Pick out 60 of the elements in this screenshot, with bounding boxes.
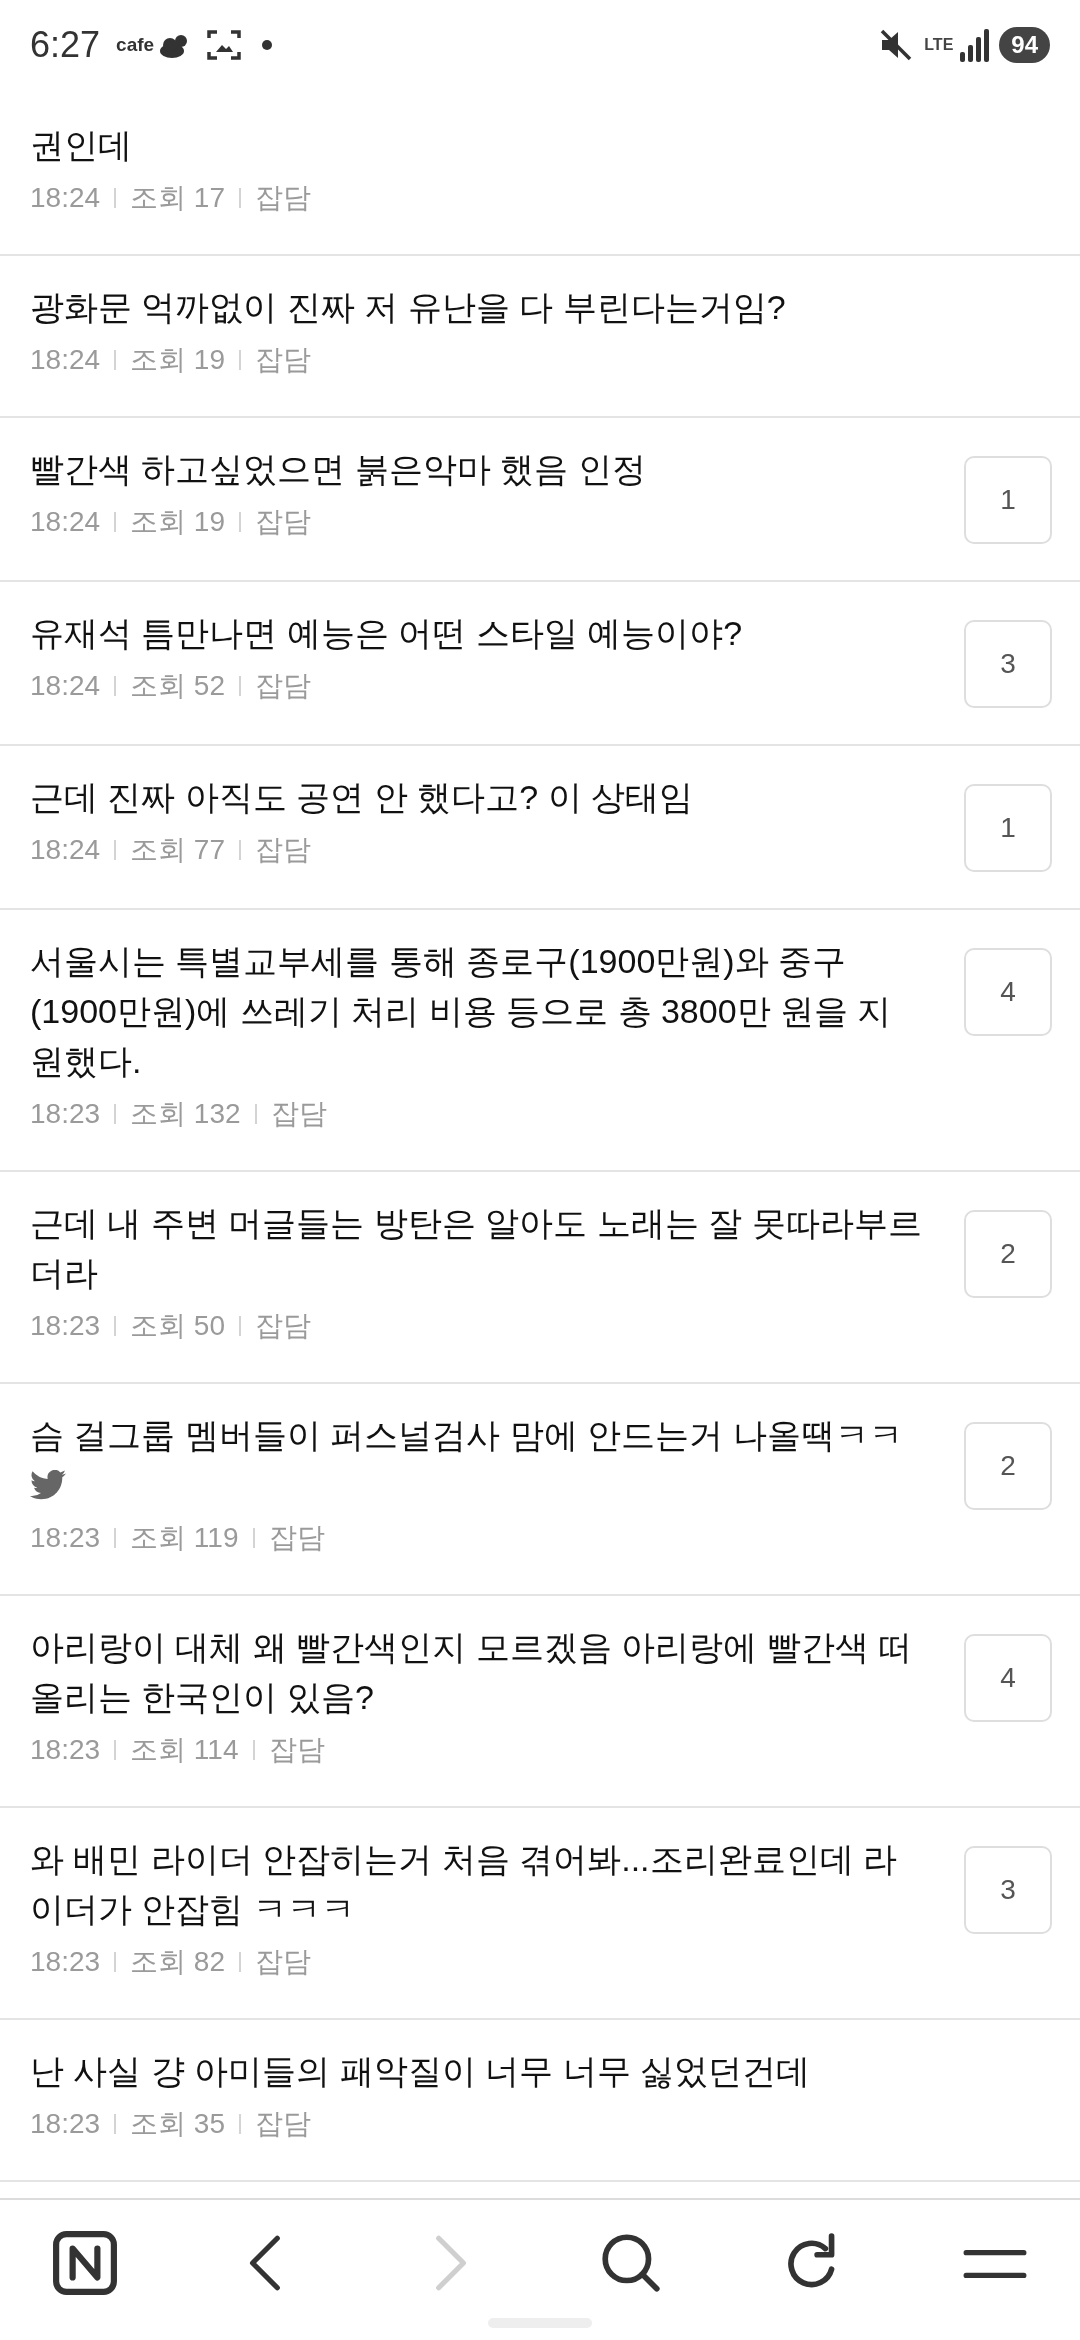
- post-title[interactable]: 서울시는 특별교부세를 통해 종로구(1900만원)와 중구(1900만원)에 쓰레기 처리 비용 등으로 총 3800만 원을 지원했다.: [30, 936, 964, 1086]
- post-category: 잡담: [255, 2107, 311, 2141]
- view-count: 조회 35: [130, 2107, 225, 2141]
- post-title[interactable]: 빨간색 하고싶었으면 붉은악마 했음 인정: [30, 444, 964, 494]
- post-category: 잡담: [268, 1733, 325, 1767]
- post-category: 잡담: [255, 833, 311, 867]
- view-count: 조회 132: [130, 1097, 241, 1131]
- post-time: 18:23: [30, 1097, 101, 1131]
- post-time: 18:23: [30, 1309, 101, 1343]
- view-count: 조회 119: [130, 1521, 239, 1555]
- post-title[interactable]: 유재석 틈만나면 예능은 어떤 스타일 예능이야?: [30, 608, 964, 658]
- post-category: 잡담: [255, 505, 311, 539]
- battery-indicator: 94: [999, 27, 1050, 63]
- comment-count[interactable]: 1: [964, 784, 1052, 872]
- view-count: 조회 19: [130, 343, 225, 377]
- comment-count[interactable]: 4: [964, 948, 1052, 1036]
- post-category: 잡담: [268, 1521, 325, 1555]
- post-category: 잡담: [255, 1945, 311, 1979]
- home-icon[interactable]: [52, 2230, 118, 2296]
- post-title[interactable]: 근데 내 주변 머글들는 방탄은 알아도 노래는 잘 못따라부르더라: [30, 1198, 964, 1298]
- post-title[interactable]: 난 사실 걍 아미들의 패악질이 너무 너무 싫었던건데: [30, 2046, 1052, 2096]
- app-label: cafe: [116, 32, 155, 57]
- signal-icon: [959, 28, 990, 62]
- view-count: 조회 17: [130, 181, 225, 215]
- post-time: 18:24: [30, 669, 101, 703]
- comment-count[interactable]: 3: [964, 1846, 1052, 1934]
- post-time: 18:24: [30, 505, 101, 539]
- post-time: 18:23: [30, 2107, 101, 2141]
- comment-count[interactable]: 2: [964, 1422, 1052, 1510]
- post-title[interactable]: 권인데: [30, 120, 1052, 170]
- post-category: 잡담: [255, 669, 311, 703]
- post-time: 18:23: [30, 1521, 101, 1555]
- post-title[interactable]: 슴 걸그룹 멤버들이 퍼스널검사 맘에 안드는거 나올땍ㅋㅋ: [30, 1410, 964, 1460]
- post-time: 18:24: [30, 833, 101, 867]
- post-title[interactable]: 아리랑이 대체 왜 빨간색인지 모르겠음 아리랑에 빨간색 떠올리는 한국인이 있음?: [30, 1622, 964, 1722]
- post-category: 잡담: [270, 1097, 327, 1131]
- view-count: 조회 82: [130, 1945, 225, 1979]
- network-label: LTE: [924, 37, 954, 53]
- view-count: 조회 50: [130, 1309, 225, 1343]
- view-count: 조회 77: [130, 833, 225, 867]
- post-category: 잡담: [255, 1309, 311, 1343]
- post-time: 18:24: [30, 343, 101, 377]
- view-count: 조회 52: [130, 669, 225, 703]
- comment-count[interactable]: 1: [964, 456, 1052, 544]
- view-count: 조회 114: [130, 1733, 239, 1767]
- post-title[interactable]: 광화문 억까없이 진짜 저 유난을 다 부린다는거임?: [30, 282, 1052, 332]
- comment-count[interactable]: 4: [964, 1634, 1052, 1722]
- clock-time: 6:27: [30, 23, 101, 67]
- view-count: 조회 19: [130, 505, 225, 539]
- post-category: 잡담: [255, 181, 311, 215]
- comment-count[interactable]: 3: [964, 620, 1052, 708]
- comment-count[interactable]: 2: [964, 1210, 1052, 1298]
- post-time: 18:23: [30, 1733, 101, 1767]
- screenshot-icon: [206, 27, 243, 63]
- post-title[interactable]: 근데 진짜 아직도 공연 안 했다고? 이 상태임: [30, 772, 964, 822]
- bird-icon: [30, 1470, 66, 1500]
- post-title[interactable]: 와 배민 라이더 안잡히는거 처음 겪어봐...조리완료인데 라이더가 안잡힘 ㅋㅋㅋ: [30, 1834, 964, 1934]
- post-time: 18:24: [30, 181, 101, 215]
- post-category: 잡담: [255, 343, 311, 377]
- post-time: 18:23: [30, 1945, 101, 1979]
